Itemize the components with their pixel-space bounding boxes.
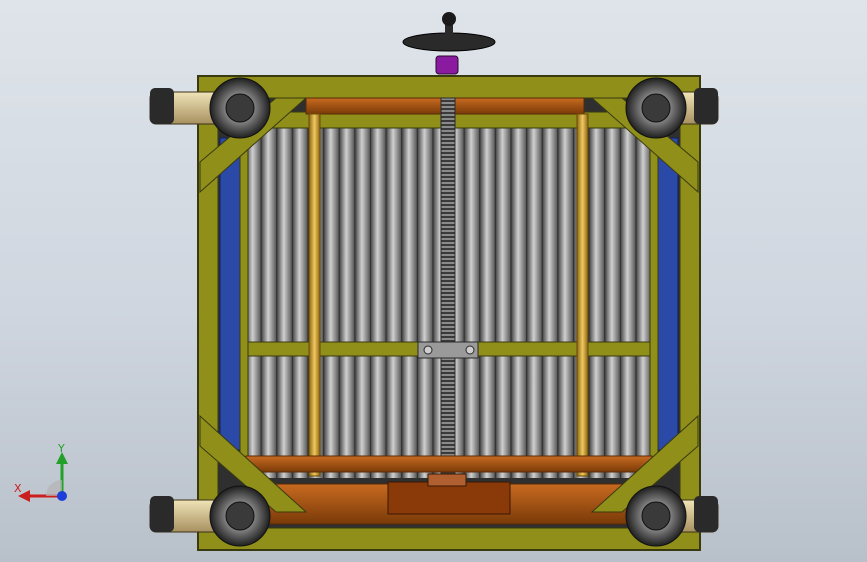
fin-tube <box>386 120 402 478</box>
caster-top-right[interactable] <box>625 77 719 139</box>
fin-tube <box>480 120 495 478</box>
fin-tube <box>402 120 417 478</box>
fin-tube <box>495 120 511 478</box>
fin-tube <box>464 120 480 478</box>
fin-tube <box>370 120 386 478</box>
fin-tube <box>589 120 605 478</box>
fin-tube <box>527 120 542 478</box>
right-guide-rod <box>576 113 589 477</box>
fin-tube <box>511 120 527 478</box>
fin-tube <box>339 120 355 478</box>
fin-tube <box>417 120 433 478</box>
handwheel-hub <box>435 55 459 75</box>
fin-tube <box>277 120 292 478</box>
fin-tube <box>355 120 370 478</box>
fin-tube <box>558 120 573 478</box>
fin-tube <box>292 120 308 478</box>
fin-tube <box>620 120 636 478</box>
left-side-panel <box>219 137 243 451</box>
fin-tube <box>261 120 277 478</box>
fin-tube <box>324 120 339 478</box>
triad-y-label: Y <box>57 442 65 455</box>
fin-tube <box>542 120 558 478</box>
handwheel[interactable] <box>402 12 496 75</box>
left-guide-rod <box>308 113 321 477</box>
triad-origin <box>57 491 67 501</box>
fin-tube <box>605 120 620 478</box>
nut-block <box>427 473 467 487</box>
handwheel-knob <box>442 12 456 26</box>
model-viewport[interactable] <box>0 0 867 562</box>
bottom-block <box>387 481 511 515</box>
center-bracket <box>417 341 479 359</box>
lower-plate <box>245 455 653 473</box>
right-side-panel <box>655 137 679 451</box>
caster-bottom-right[interactable] <box>625 485 719 547</box>
triad-x-label: X <box>14 482 22 495</box>
fin-tube <box>636 120 651 478</box>
coordinate-triad: Y X <box>14 442 68 502</box>
